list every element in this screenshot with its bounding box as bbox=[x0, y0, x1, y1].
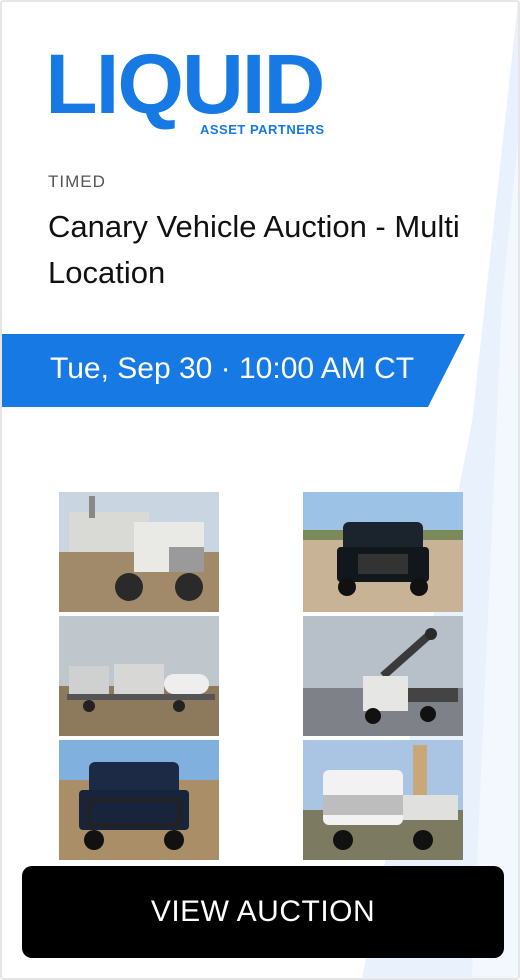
gallery-photo-1[interactable] bbox=[59, 492, 219, 612]
white-crane-truck-photo bbox=[303, 740, 463, 860]
auction-type-label: TIMED bbox=[48, 172, 106, 191]
auction-card[interactable]: LIQUID ASSET PARTNERS TIMED Canary Vehic… bbox=[0, 0, 520, 980]
gallery-photo-3[interactable] bbox=[59, 616, 219, 736]
auction-date-banner: Tue, Sep 30 · 10:00 AM CT bbox=[2, 334, 465, 407]
auction-date: Tue, Sep 30 · 10:00 AM CT bbox=[50, 352, 415, 385]
gallery-photo-4[interactable] bbox=[303, 616, 463, 736]
black-pickup-front-photo bbox=[303, 492, 463, 612]
blue-pickup-grille-guard-photo bbox=[59, 740, 219, 860]
liquid-asset-partners-logo: LIQUID ASSET PARTNERS bbox=[45, 37, 352, 140]
view-auction-button[interactable]: VIEW AUCTION bbox=[22, 866, 504, 958]
gallery-photo-2[interactable] bbox=[303, 492, 463, 612]
logo-wordmark: LIQUID bbox=[45, 37, 325, 131]
vacuum-truck-photo bbox=[59, 492, 219, 612]
logo-tagline: ASSET PARTNERS bbox=[200, 122, 325, 137]
gallery-photo-5[interactable] bbox=[59, 740, 219, 860]
boom-truck-photo bbox=[303, 616, 463, 736]
flatbed-trailer-tanks-photo bbox=[59, 616, 219, 736]
gallery-photo-6[interactable] bbox=[303, 740, 463, 860]
auction-title: Canary Vehicle Auction - Multi Location bbox=[48, 209, 460, 290]
